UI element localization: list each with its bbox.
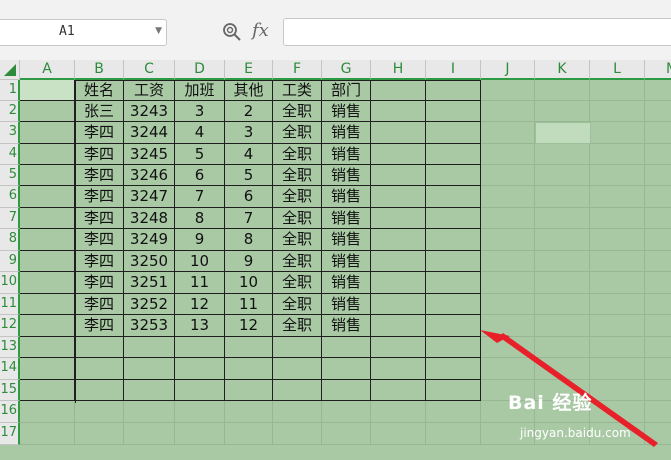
baidu-watermark-url: jingyan.baidu.com [520,426,631,440]
baidu-watermark-logo: Bai 经验 [508,392,593,414]
